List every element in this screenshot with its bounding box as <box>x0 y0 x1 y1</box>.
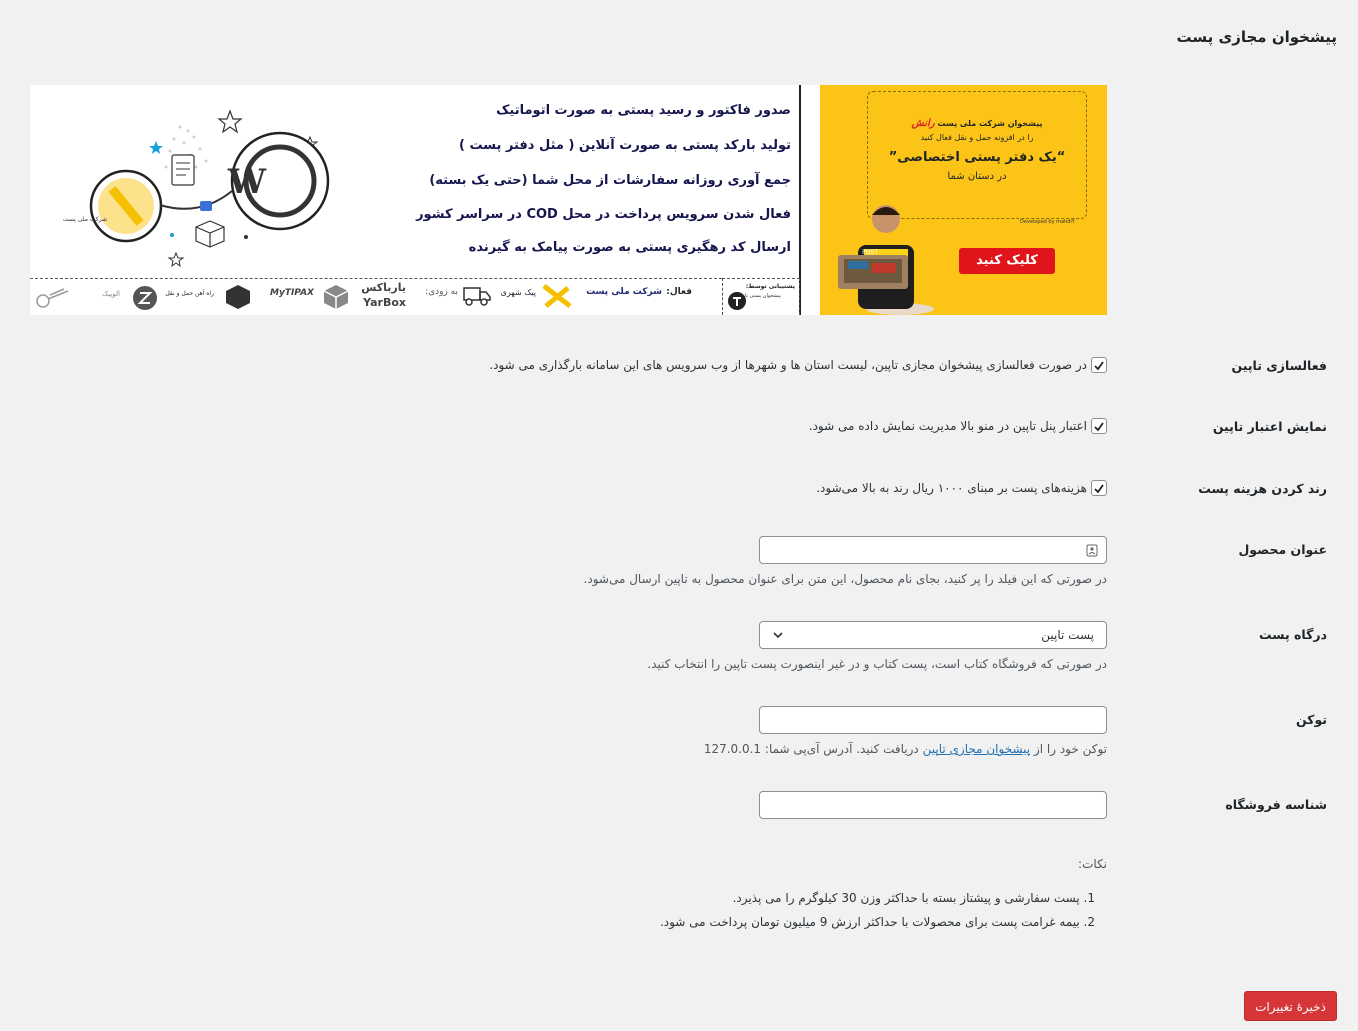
rail-label: راه آهن حمل و نقل <box>165 290 214 297</box>
product-title-help: در صورتی که این فیلد را پر کنید، بجای نا… <box>583 572 1107 586</box>
ad-panel[interactable]: پیشخوان شرکت ملی پست رانش را در افزونه ح… <box>820 85 1107 315</box>
checkmark-icon <box>1094 422 1104 432</box>
ad-brand-logo: رانش <box>911 118 935 129</box>
round-cost-label: رند کردن هزینه پست <box>1198 481 1327 496</box>
token-input[interactable] <box>759 706 1107 734</box>
partners-bar: فعال: شرکت ملی پست پیک شهری به زودی: یار… <box>30 278 722 315</box>
ad-line1: پیشخوان شرکت ملی پست <box>937 119 1043 128</box>
alopeyk-logo-icon <box>36 288 69 308</box>
tapin-logo-icon <box>728 292 746 310</box>
notes-title: نکات: <box>1078 857 1107 871</box>
activate-description: در صورت فعالسازی پیشخوان مجازی تاپین، لی… <box>489 358 1087 372</box>
feature-2: تولید بارکد پستی به صورت آنلاین ( مثل دف… <box>459 138 791 153</box>
svg-text:POST: POST <box>862 249 878 256</box>
wordpress-integration-illustration: W شرکت ملی پست <box>63 109 330 268</box>
page-title: پیشخوان مجازی پست <box>1176 28 1337 46</box>
ad-line2: را در افزونه حمل و نقل فعال کنید <box>920 133 1034 142</box>
ip-address: 127.0.0.1 <box>703 742 762 756</box>
show-credit-label: نمایش اعتبار تاپین <box>1212 419 1327 434</box>
gateway-label: درگاه پست <box>1259 627 1327 642</box>
support-box: پشتیبانی توسط: پیشخوان پستی تاپین <box>722 278 800 315</box>
courier-label: پیک شهری <box>500 288 536 297</box>
alopeyk-label: الوپیک <box>101 290 120 298</box>
yarbox-en-label: YarBox <box>363 296 406 309</box>
shop-id-label: شناسه فروشگاه <box>1225 797 1327 812</box>
activate-checkbox[interactable] <box>1091 357 1107 373</box>
support-label: پشتیبانی توسط: <box>745 283 795 290</box>
feature-3: جمع آوری روزانه سفارشات از محل شما (حتی … <box>429 173 791 188</box>
token-help: توکن خود را از پیشخوان مجازی تاپین دریاف… <box>704 742 1107 756</box>
activate-label: فعالسازی تاپین <box>1231 358 1327 373</box>
round-cost-checkbox[interactable] <box>1091 480 1107 496</box>
mytipax-logo-icon <box>226 285 250 309</box>
gateway-help: در صورتی که فروشگاه کتاب است، پست کتاب و… <box>647 657 1107 671</box>
token-label: توکن <box>1295 712 1327 727</box>
feature-4: فعال شدن سرویس پرداخت در محل COD در سراس… <box>416 207 791 222</box>
ad-line3: “یک دفتر پستی اختصاصی” <box>888 150 1066 165</box>
promo-banner[interactable]: پیشخوان شرکت ملی پست رانش را در افزونه ح… <box>30 85 1107 315</box>
feature-5: ارسال کد رهگیری پستی به صورت پیامک به گی… <box>468 240 791 255</box>
yarbox-fa-label: یارباکس <box>361 281 406 294</box>
contact-card-icon <box>1086 544 1098 557</box>
token-help-after: دریافت کنید. آدرس آی‌پی شما: <box>764 742 919 756</box>
shop-id-input[interactable] <box>759 791 1107 819</box>
rail-logo-icon <box>133 286 157 310</box>
tapin-dashboard-link[interactable]: پیشخوان مجازی تاپین <box>923 742 1031 756</box>
svg-text:شرکت ملی پست: شرکت ملی پست <box>63 216 107 223</box>
ad-developer: Developed by mahdiY <box>1020 219 1075 225</box>
post-company-logo-icon <box>542 284 572 308</box>
round-cost-description: هزینه‌های پست بر مبنای ۱۰۰۰ ریال رند به … <box>816 481 1087 495</box>
feature-1: صدور فاکتور و رسید پستی به صورت اتوماتیک <box>496 103 791 118</box>
coming-soon-label: به زودی: <box>425 287 458 297</box>
post-company-label: شرکت ملی پست <box>586 287 662 297</box>
checkmark-icon <box>1094 361 1104 371</box>
token-help-before: توکن خود را از <box>1033 742 1107 756</box>
mytipax-label: MyTIPAX <box>270 288 314 298</box>
save-changes-button[interactable]: ذخیرهٔ تغییرات <box>1244 991 1337 1021</box>
ad-line4: در دستان شما <box>947 171 1007 182</box>
active-label: فعال: <box>666 287 692 297</box>
ad-click-button[interactable]: کلیک کنید <box>959 248 1055 274</box>
yarbox-logo-icon <box>323 285 349 309</box>
note-item: 2. بیمه غرامت پست برای محصولات با حداکثر… <box>659 915 1095 929</box>
show-credit-description: اعتبار پنل تاپین در منو بالا مدیریت نمای… <box>808 419 1087 433</box>
checkmark-icon <box>1094 484 1104 494</box>
courier-man-illustration: POST <box>838 205 934 315</box>
product-title-input[interactable] <box>759 536 1107 564</box>
delivery-truck-icon <box>463 287 491 306</box>
note-item: 1. پست سفارشی و پیشتاز بسته با حداکثر وز… <box>732 891 1095 905</box>
show-credit-checkbox[interactable] <box>1091 418 1107 434</box>
gateway-selected-value: پست تاپین <box>1041 628 1094 642</box>
svg-text:W: W <box>227 162 267 202</box>
product-title-label: عنوان محصول <box>1238 542 1327 557</box>
chevron-down-icon <box>773 632 783 639</box>
gateway-select[interactable]: پست تاپین <box>759 621 1107 649</box>
